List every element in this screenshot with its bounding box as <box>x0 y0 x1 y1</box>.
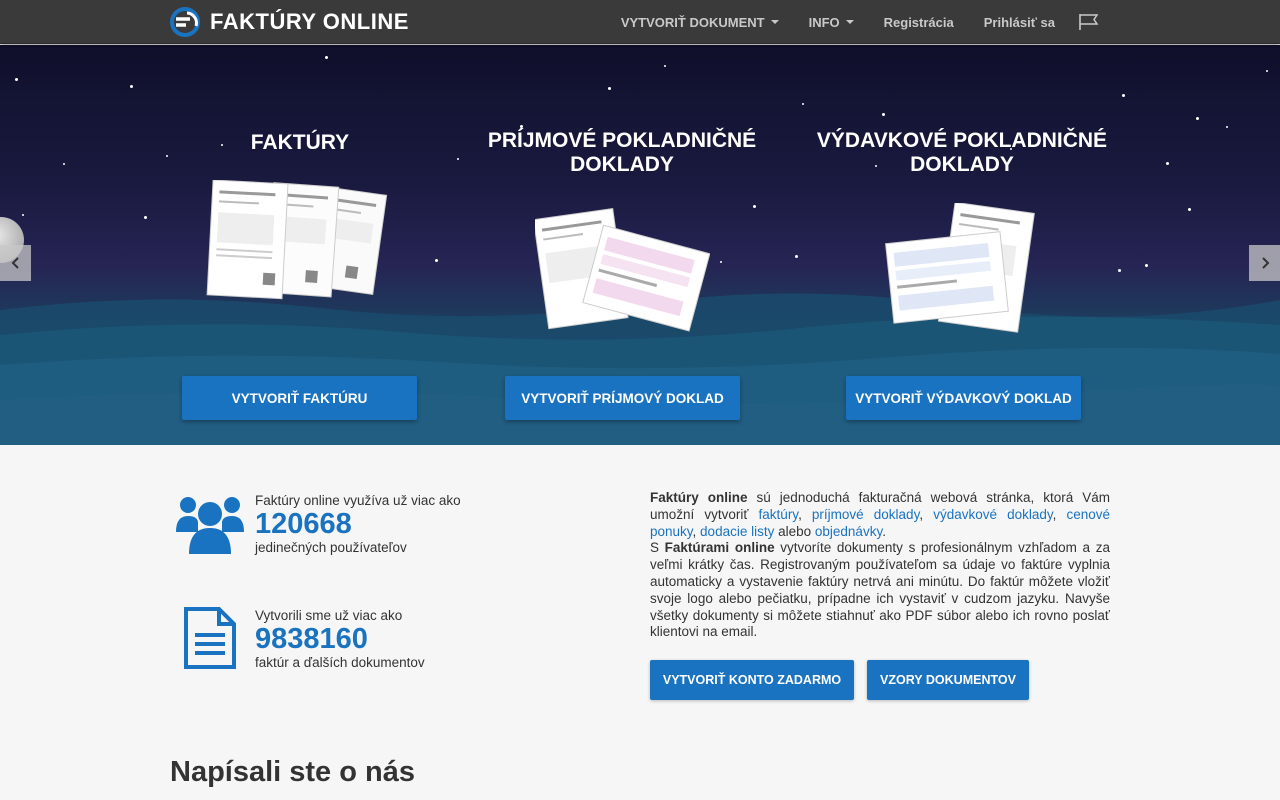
hero-title-income-line1: PRÍJMOVÉ POKLADNIČNÉ <box>487 129 757 152</box>
separator-or: alebo <box>774 523 815 539</box>
stat-users-prefix: Faktúry online využíva už viac ako <box>255 493 461 508</box>
nav-login[interactable]: Prihlásiť sa <box>969 0 1070 44</box>
users-icon <box>176 497 244 554</box>
separator: , <box>1052 506 1067 522</box>
expense-receipt-image <box>885 203 1035 333</box>
carousel-prev-button[interactable] <box>0 245 31 281</box>
create-invoice-button[interactable]: VYTVORIŤ FAKTÚRU <box>182 376 417 420</box>
stat-documents-prefix: Vytvorili sme už viac ako <box>255 608 403 623</box>
stat-users-suffix: jedinečných používateľov <box>255 540 407 555</box>
stat-documents-suffix: faktúr a ďalších dokumentov <box>255 655 425 670</box>
create-expense-receipt-button[interactable]: VYTVORIŤ VÝDAVKOVÝ DOKLAD <box>846 376 1081 420</box>
link-expense-receipts[interactable]: výdavkové doklady <box>933 507 1052 522</box>
nav-registration[interactable]: Registrácia <box>869 0 969 44</box>
nav-login-label: Prihlásiť sa <box>983 14 1055 30</box>
stat-documents: Vytvorili sme už viac ako 9838160 faktúr… <box>175 607 575 687</box>
brand-link[interactable]: FAKTÚRY ONLINE <box>170 6 409 38</box>
stat-users-number: 120668 <box>255 508 352 540</box>
hero-column-income-receipts: PRÍJMOVÉ POKLADNIČNÉ DOKLADY <box>472 129 772 177</box>
chevron-down-icon <box>770 20 779 24</box>
hero-title-expense-line1: VÝDAVKOVÉ POKLADNIČNÉ <box>816 129 1108 152</box>
about-text: Faktúry online sú jednoduchá fakturačná … <box>650 490 1110 641</box>
chevron-down-icon <box>845 20 854 24</box>
hero-column-expense-receipts: VÝDAVKOVÉ POKLADNIČNÉ DOKLADY <box>812 129 1112 177</box>
hero-carousel: FAKTÚRY VYTVORIŤ FAKTÚRU PRÍJMOVÉ POKLAD… <box>0 45 1280 445</box>
top-navbar: FAKTÚRY ONLINE VYTVORIŤ DOKUMENT INFO Re… <box>0 0 1280 44</box>
about-p2-start: S <box>650 540 665 556</box>
document-samples-button[interactable]: VZORY DOKUMENTOV <box>867 660 1029 700</box>
hero-title-expense-line2: DOKLADY <box>910 153 1014 176</box>
income-receipt-image <box>535 208 710 332</box>
flag-icon[interactable] <box>1078 13 1100 31</box>
link-income-receipts[interactable]: príjmové doklady <box>812 507 919 522</box>
main-nav: VYTVORIŤ DOKUMENT INFO Registrácia Prihl… <box>606 0 1100 44</box>
document-icon <box>184 607 236 669</box>
hero-column-invoices: FAKTÚRY <box>150 131 450 155</box>
about-brand-bold-2: Faktúrami online <box>664 540 775 556</box>
nav-info[interactable]: INFO <box>794 0 869 44</box>
about-brand-bold: Faktúry online <box>650 490 748 505</box>
period: . <box>882 523 886 539</box>
carousel-next-button[interactable] <box>1249 245 1280 281</box>
link-invoices[interactable]: faktúry <box>759 507 799 522</box>
stat-documents-text: Vytvorili sme už viac ako 9838160 faktúr… <box>255 607 425 671</box>
hero-title-income-line2: DOKLADY <box>570 153 674 176</box>
stat-users: Faktúry online využíva už viac ako 12066… <box>175 492 575 572</box>
nav-info-label: INFO <box>808 14 840 30</box>
invoice-documents-image <box>206 180 388 300</box>
section-title-press: Napísali ste o nás <box>170 756 415 788</box>
create-free-account-button[interactable]: VYTVORIŤ KONTO ZADARMO <box>650 660 854 700</box>
stat-users-text: Faktúry online využíva už viac ako 12066… <box>255 492 461 556</box>
create-income-receipt-button[interactable]: VYTVORIŤ PRÍJMOVÝ DOKLAD <box>505 376 740 420</box>
chevron-left-icon <box>11 257 19 269</box>
nav-create-document-label: VYTVORIŤ DOKUMENT <box>620 14 765 30</box>
chevron-right-icon <box>1261 257 1269 269</box>
brand-name: FAKTÚRY ONLINE <box>210 9 409 34</box>
link-delivery-notes[interactable]: dodacie listy <box>700 524 774 539</box>
separator: , <box>919 506 934 522</box>
link-orders[interactable]: objednávky <box>815 524 882 539</box>
separator: , <box>692 523 701 539</box>
nav-registration-label: Registrácia <box>883 14 954 30</box>
about-paragraph-1: Faktúry online sú jednoduchá fakturačná … <box>650 490 1110 540</box>
hero-title-invoices: FAKTÚRY <box>250 131 350 154</box>
nav-create-document[interactable]: VYTVORIŤ DOKUMENT <box>606 0 794 44</box>
about-paragraph-2: S Faktúrami online vytvoríte dokumenty s… <box>650 540 1110 641</box>
stat-documents-number: 9838160 <box>255 623 368 655</box>
brand-logo-icon <box>170 7 200 37</box>
separator: , <box>798 506 812 522</box>
